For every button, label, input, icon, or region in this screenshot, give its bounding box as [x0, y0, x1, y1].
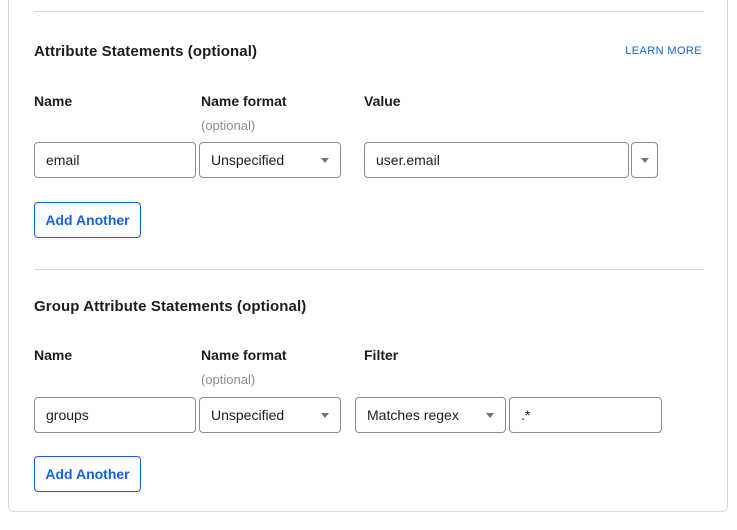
group-attribute-statements-title: Group Attribute Statements (optional) — [34, 298, 306, 315]
group-column-header-name: Name — [34, 348, 72, 363]
attribute-name-format-select[interactable]: Unspecified — [199, 142, 341, 178]
attribute-name-input[interactable] — [34, 142, 196, 178]
chevron-down-icon — [486, 413, 494, 418]
group-filter-type-value: Matches regex — [367, 407, 459, 423]
group-column-header-name-format-note: (optional) — [201, 372, 255, 387]
group-attribute-name-format-select[interactable]: Unspecified — [199, 397, 341, 433]
chevron-down-icon — [321, 158, 329, 163]
learn-more-link[interactable]: LEARN MORE — [625, 45, 702, 58]
group-column-header-filter: Filter — [364, 348, 398, 363]
settings-page: Attribute Statements (optional) LEARN MO… — [0, 0, 737, 530]
group-attribute-name-input[interactable] — [34, 397, 196, 433]
add-another-attribute-button[interactable]: Add Another — [34, 202, 141, 238]
group-attribute-name-format-value: Unspecified — [211, 407, 284, 423]
attribute-value-dropdown-button[interactable] — [631, 142, 658, 178]
chevron-down-icon — [321, 413, 329, 418]
column-header-name-format: Name format — [201, 94, 287, 109]
attribute-name-format-value: Unspecified — [211, 152, 284, 168]
column-header-name: Name — [34, 94, 72, 109]
section-divider-middle — [34, 269, 704, 270]
chevron-down-icon — [641, 158, 649, 163]
group-column-header-name-format: Name format — [201, 348, 287, 363]
section-divider-top — [34, 11, 704, 12]
saml-settings-card: Attribute Statements (optional) LEARN MO… — [8, 0, 728, 512]
column-header-name-format-note: (optional) — [201, 118, 255, 133]
column-header-value: Value — [364, 94, 401, 109]
attribute-statements-title: Attribute Statements (optional) — [34, 43, 257, 60]
group-filter-type-select[interactable]: Matches regex — [355, 397, 506, 433]
add-another-group-attribute-button[interactable]: Add Another — [34, 456, 141, 492]
group-filter-value-input[interactable] — [509, 397, 662, 433]
attribute-value-input[interactable] — [364, 142, 629, 178]
